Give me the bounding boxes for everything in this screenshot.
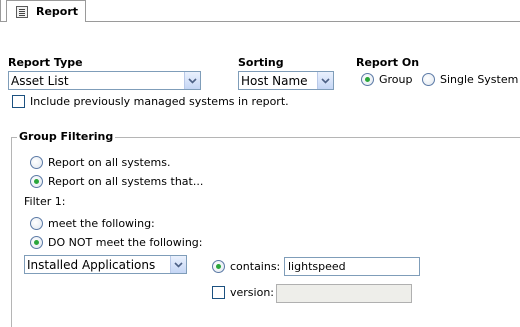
contains-input[interactable]: lightspeed: [284, 257, 420, 276]
chevron-down-icon: [317, 72, 333, 89]
report-all-option[interactable]: Report on all systems.: [30, 156, 171, 169]
report-on-group-label: Group: [379, 73, 413, 86]
include-previous-option[interactable]: Include previously managed systems in re…: [12, 95, 289, 108]
report-all-label: Report on all systems.: [48, 156, 171, 169]
include-previous-checkbox[interactable]: [12, 95, 25, 108]
report-icon: [16, 5, 28, 18]
contains-label: contains:: [230, 260, 281, 273]
include-previous-label: Include previously managed systems in re…: [30, 95, 289, 108]
report-on-group-radio[interactable]: [361, 73, 374, 86]
report-all-radio[interactable]: [30, 156, 43, 169]
report-that-option[interactable]: Report on all systems that...: [30, 175, 203, 188]
report-type-label: Report Type: [8, 56, 83, 69]
report-that-label: Report on all systems that...: [48, 175, 204, 188]
contains-option[interactable]: contains:: [212, 260, 280, 273]
version-input[interactable]: [276, 284, 412, 303]
tab-report[interactable]: Report: [6, 0, 86, 22]
not-meet-radio[interactable]: [30, 236, 43, 249]
report-on-label: Report On: [356, 56, 420, 69]
meet-radio[interactable]: [30, 217, 43, 230]
report-that-radio[interactable]: [30, 175, 43, 188]
report-on-single-option[interactable]: Single System: [422, 73, 518, 86]
filter-field-value: Installed Applications: [27, 257, 156, 272]
filter-field-select[interactable]: Installed Applications: [24, 255, 187, 274]
sorting-select[interactable]: Host Name: [238, 71, 334, 90]
version-option[interactable]: version:: [212, 286, 274, 299]
meet-label: meet the following:: [48, 217, 155, 230]
tab-strip-edge: [0, 0, 1, 22]
report-on-single-radio[interactable]: [422, 73, 435, 86]
not-meet-label: DO NOT meet the following:: [48, 236, 203, 249]
chevron-down-icon: [184, 72, 200, 89]
version-label: version:: [230, 286, 274, 299]
group-filtering-legend: Group Filtering: [17, 130, 116, 143]
meet-option[interactable]: meet the following:: [30, 217, 155, 230]
version-checkbox[interactable]: [212, 286, 225, 299]
contains-radio[interactable]: [212, 260, 225, 273]
report-on-single-label: Single System: [440, 73, 519, 86]
sorting-value: Host Name: [241, 73, 308, 88]
report-type-value: Asset List: [11, 73, 69, 88]
not-meet-option[interactable]: DO NOT meet the following:: [30, 236, 203, 249]
filter-label: Filter 1:: [24, 195, 66, 208]
chevron-down-icon: [170, 256, 186, 273]
report-type-select[interactable]: Asset List: [8, 71, 201, 90]
report-on-group-option[interactable]: Group: [361, 73, 413, 86]
sorting-label: Sorting: [238, 56, 284, 69]
tab-report-label: Report: [36, 5, 79, 18]
